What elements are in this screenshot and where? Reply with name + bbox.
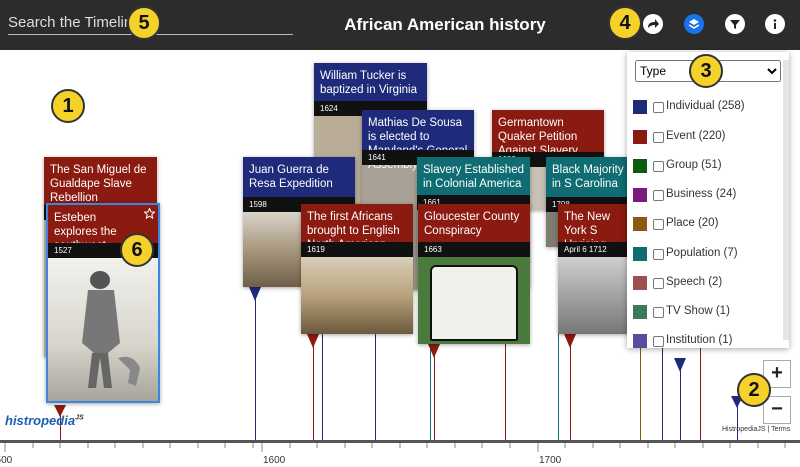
- callout-2: 2: [737, 373, 771, 407]
- color-swatch: [633, 305, 647, 319]
- filter-checkbox[interactable]: [653, 278, 664, 289]
- color-swatch: [633, 276, 647, 290]
- filter-label: Institution (1): [666, 334, 733, 346]
- callout-3: 3: [689, 54, 723, 88]
- card-title: Gloucester County Conspiracy: [418, 204, 530, 242]
- axis-ticks: [0, 440, 800, 452]
- card-title: Black Majority in S Carolina: [546, 157, 631, 197]
- axis-label: 1500: [0, 455, 13, 466]
- filter-checkbox[interactable]: [653, 190, 664, 201]
- explorer-illustration: [82, 271, 140, 388]
- filter-checkbox[interactable]: [653, 161, 664, 172]
- card-title: The New York S Uprising: [558, 204, 633, 251]
- info-icon: [773, 19, 777, 29]
- filter-scrollbar[interactable]: [783, 60, 789, 340]
- color-swatch: [633, 130, 647, 144]
- color-swatch: [633, 334, 647, 348]
- callout-4: 4: [608, 6, 642, 40]
- card-image: [558, 257, 633, 334]
- color-swatch: [633, 100, 647, 114]
- filter-label: TV Show (1): [666, 305, 730, 317]
- card-title: Slavery Established in Colonial America: [417, 157, 530, 195]
- historical-marker-sign: [430, 265, 518, 341]
- filter-label: Individual (258): [666, 100, 745, 112]
- event-card-gloucester[interactable]: Gloucester County Conspiracy 1663: [418, 204, 530, 344]
- color-swatch: [633, 188, 647, 202]
- callout-6: 6: [120, 233, 154, 267]
- filter-checkbox[interactable]: [653, 102, 664, 113]
- logo-superscript: JS: [75, 414, 84, 422]
- histropedia-logo[interactable]: histropediaJS: [5, 413, 84, 435]
- card-year: 1663: [418, 242, 530, 257]
- event-card-first-africans[interactable]: The first Africans brought to English No…: [301, 204, 413, 334]
- filter-label: Place (20): [666, 217, 719, 229]
- app-title: African American history: [344, 15, 546, 34]
- filter-label: Population (7): [666, 247, 738, 259]
- card-title: Juan Guerra de Resa Expedition: [243, 157, 355, 197]
- card-title: The San Miguel de Gualdape Slave Rebelli…: [44, 157, 157, 205]
- header-bar: Search the Timeline African American his…: [0, 0, 800, 50]
- card-title: The first Africans brought to English No…: [301, 204, 413, 251]
- filter-label: Business (24): [666, 188, 737, 200]
- filter-label: Event (220): [666, 130, 726, 142]
- callout-5: 5: [127, 6, 161, 40]
- share-icon: [648, 19, 659, 28]
- card-title: Mathias De Sousa is elected to Maryland'…: [362, 110, 474, 171]
- filter-icon: [730, 20, 740, 29]
- filter-label: Group (51): [666, 159, 722, 171]
- card-year: April 6 1712: [558, 242, 633, 257]
- pin-juan-guerra[interactable]: [249, 287, 261, 301]
- layers-icon: [688, 19, 700, 29]
- filter-checkbox[interactable]: [653, 219, 664, 230]
- axis-label: 1700: [539, 455, 562, 466]
- card-image: [301, 257, 413, 334]
- share-button[interactable]: [643, 14, 663, 34]
- event-card-new-york-uprising[interactable]: The New York S Uprising April 6 1712: [558, 204, 633, 334]
- pin-gloucester[interactable]: [428, 344, 440, 358]
- pin-new-york[interactable]: [564, 334, 576, 348]
- axis-label: 1600: [263, 455, 286, 466]
- filter-checkbox[interactable]: [653, 249, 664, 260]
- pin-first-africans[interactable]: [307, 334, 319, 348]
- info-button[interactable]: [765, 14, 785, 34]
- color-swatch: [633, 159, 647, 173]
- callout-1: 1: [51, 89, 85, 123]
- timeline-axis[interactable]: 1500 1600 1700: [0, 440, 800, 467]
- card-image: [48, 258, 158, 401]
- filter-checkbox[interactable]: [653, 132, 664, 143]
- logo-text: histropedia: [5, 413, 76, 428]
- card-title: William Tucker is baptized in Virginia: [314, 63, 427, 101]
- filter-label: Speech (2): [666, 276, 723, 288]
- credit-link[interactable]: HistropediaJS | Terms: [722, 426, 790, 433]
- card-year: 1619: [301, 242, 413, 257]
- color-swatch: [633, 247, 647, 261]
- card-title: Germantown Quaker Petition Against Slave…: [492, 110, 604, 157]
- card-image: [418, 257, 530, 344]
- star-icon[interactable]: [144, 208, 155, 219]
- filter-checkbox[interactable]: [653, 307, 664, 318]
- filter-button[interactable]: [725, 14, 745, 34]
- layers-button[interactable]: [684, 14, 704, 34]
- color-swatch: [633, 217, 647, 231]
- filter-panel: Type Individual (258) Event (220) Group …: [627, 52, 789, 348]
- filter-checkbox[interactable]: [653, 336, 664, 347]
- event-card-esteben[interactable]: Esteben explores the southwest 1527: [46, 203, 160, 403]
